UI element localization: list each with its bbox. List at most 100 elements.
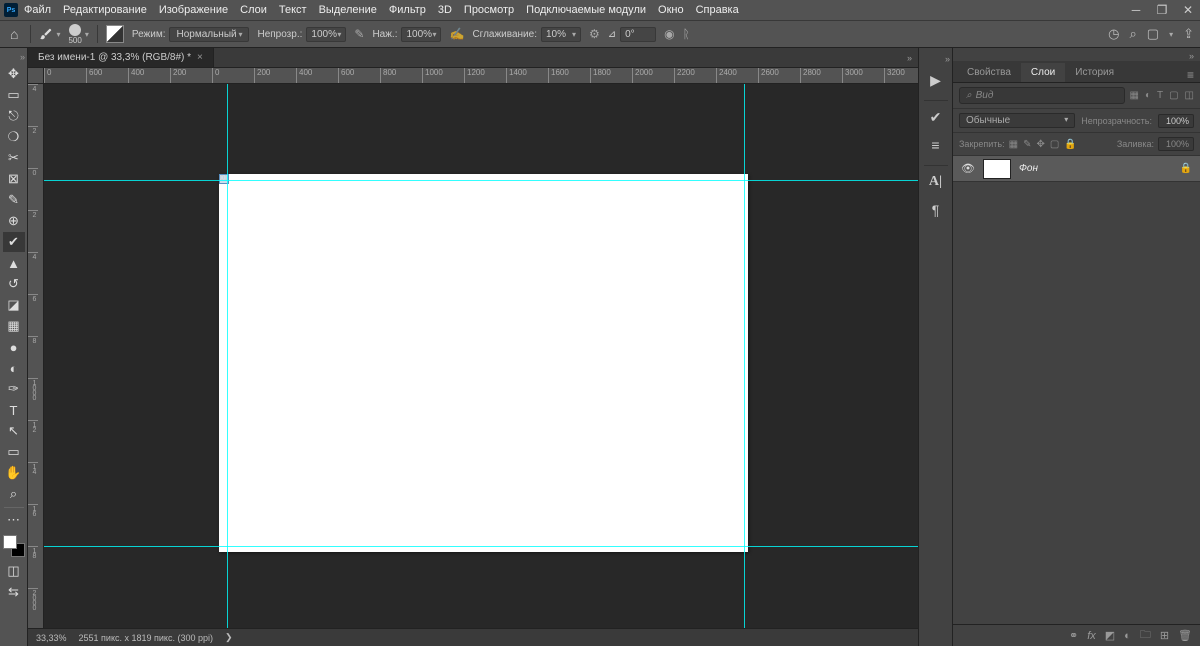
brush-panel-toggle[interactable] (106, 25, 124, 43)
lock-artboard-icon[interactable]: ▢ (1050, 139, 1059, 150)
blend-mode-select[interactable]: Нормальный▾ (169, 27, 249, 42)
layer-group-icon[interactable]: 🗀 (1140, 626, 1151, 645)
zoom-level[interactable]: 33,33% (36, 633, 67, 643)
move-tool[interactable]: ✥ (3, 64, 25, 84)
menu-file[interactable]: Файл (24, 4, 51, 16)
layer-fx-icon[interactable]: fx (1087, 630, 1096, 642)
marquee-tool[interactable]: ▭ (3, 85, 25, 105)
opacity-input[interactable]: 100%▾ (306, 27, 346, 42)
brush-preset-picker[interactable]: 500 ▾ (68, 24, 88, 45)
dodge-tool[interactable]: ◐ (3, 358, 25, 378)
guide-horizontal-bottom[interactable] (44, 546, 918, 547)
panel-menu-icon[interactable]: ≡ (1181, 68, 1200, 82)
layer-opacity-input[interactable]: 100% (1158, 114, 1194, 128)
path-select-tool[interactable]: ↖ (3, 421, 25, 441)
guide-horizontal-top[interactable] (44, 180, 918, 181)
layer-thumbnail[interactable] (983, 159, 1011, 179)
layer-filter-input[interactable]: ⌕Вид (959, 87, 1125, 104)
workspace-arrow-icon[interactable]: ▾ (1169, 30, 1173, 39)
document-info[interactable]: 2551 пикс. x 1819 пикс. (300 ppi) (79, 633, 213, 643)
pressure-opacity-icon[interactable]: ✎ (354, 27, 364, 41)
shape-tool[interactable]: ▭ (3, 442, 25, 462)
symmetry-icon[interactable]: ᚱ (683, 27, 690, 41)
filter-pixel-icon[interactable]: ▦ (1129, 90, 1138, 101)
layer-row[interactable]: 👁 Фон 🔒 (953, 156, 1200, 182)
healing-brush-tool[interactable]: ⊕ (3, 211, 25, 231)
zoom-tool[interactable]: ⌕ (3, 484, 25, 504)
maximize-button[interactable]: ❐ (1154, 3, 1170, 17)
flow-input[interactable]: 100%▾ (401, 27, 441, 42)
delete-layer-icon[interactable]: 🗑 (1178, 629, 1192, 642)
quick-mask-tool[interactable]: ◫ (3, 561, 25, 581)
layer-blend-select[interactable]: Обычные▾ (959, 113, 1075, 128)
menu-window[interactable]: Окно (658, 4, 684, 16)
tabbar-expand[interactable]: » (901, 53, 918, 63)
link-layers-icon[interactable]: ⚭ (1069, 629, 1078, 642)
menu-edit[interactable]: Редактирование (63, 4, 147, 16)
canvas-artboard[interactable] (219, 174, 748, 552)
menu-plugins[interactable]: Подключаемые модули (526, 4, 646, 16)
minimize-button[interactable]: ─ (1128, 3, 1144, 17)
filter-type-icon[interactable]: T (1157, 90, 1163, 101)
cloud-docs-icon[interactable]: ◷ (1108, 26, 1119, 42)
menu-layer[interactable]: Слои (240, 4, 267, 16)
layer-visibility-icon[interactable]: 👁 (961, 162, 975, 175)
panel-dock-expand[interactable]: » (943, 54, 952, 68)
angle-input[interactable]: 0° (620, 27, 656, 42)
menu-help[interactable]: Справка (696, 4, 739, 16)
menu-type[interactable]: Текст (279, 4, 307, 16)
new-layer-icon[interactable]: ⊞ (1160, 629, 1169, 642)
color-swatches[interactable] (3, 535, 25, 557)
filter-adjust-icon[interactable]: ◐ (1145, 90, 1151, 101)
ruler-origin[interactable] (28, 68, 44, 84)
horizontal-ruler[interactable]: 0600400200020040060080010001200140016001… (44, 68, 918, 84)
adjustments-panel-icon[interactable]: ≡ (924, 133, 948, 157)
toolbox-expand[interactable]: » (18, 52, 27, 64)
panel-collapse[interactable]: » (1183, 48, 1200, 61)
vertical-ruler[interactable]: 42024681000121416182000 (28, 84, 44, 628)
menu-3d[interactable]: 3D (438, 4, 452, 16)
blur-tool[interactable]: ● (3, 337, 25, 357)
eyedropper-tool[interactable]: ✎ (3, 190, 25, 210)
layers-tab[interactable]: Слои (1021, 63, 1065, 82)
eraser-tool[interactable]: ◪ (3, 295, 25, 315)
edit-toolbar[interactable]: ⋯ (3, 510, 25, 530)
brushes-panel-icon[interactable]: ✔ (924, 105, 948, 129)
adjustment-layer-icon[interactable]: ◐ (1124, 630, 1131, 642)
menu-select[interactable]: Выделение (319, 4, 377, 16)
screen-mode-tool[interactable]: ⇆ (3, 582, 25, 602)
close-tab-icon[interactable]: × (197, 52, 203, 63)
tool-preset-picker[interactable]: ▾ (39, 27, 60, 41)
menu-image[interactable]: Изображение (159, 4, 228, 16)
layer-mask-icon[interactable]: ◩ (1105, 629, 1115, 642)
history-tab[interactable]: История (1065, 63, 1124, 82)
fill-input[interactable]: 100% (1158, 137, 1194, 151)
brush-tool[interactable]: ✔ (3, 232, 25, 252)
hand-tool[interactable]: ✋ (3, 463, 25, 483)
foreground-swatch[interactable] (3, 535, 17, 549)
lock-position-icon[interactable]: ✥ (1036, 139, 1044, 150)
history-brush-tool[interactable]: ↺ (3, 274, 25, 294)
canvas-viewport[interactable]: 0600400200020040060080010001200140016001… (28, 68, 918, 628)
paragraph-panel-icon[interactable]: ¶ (924, 198, 948, 222)
properties-tab[interactable]: Свойства (957, 63, 1021, 82)
play-panel-icon[interactable]: ▶ (924, 68, 948, 92)
status-arrow-icon[interactable]: ❯ (225, 632, 233, 643)
workspace-icon[interactable]: ▢ (1147, 26, 1159, 42)
smoothing-options-icon[interactable]: ⚙ (589, 27, 600, 41)
filter-smart-icon[interactable]: ◫ (1185, 90, 1194, 101)
pressure-size-icon[interactable]: ◉ (664, 27, 674, 41)
home-button[interactable]: ⌂ (6, 26, 22, 42)
gradient-tool[interactable]: ▦ (3, 316, 25, 336)
close-button[interactable]: ✕ (1180, 3, 1196, 17)
search-icon[interactable]: ⌕ (1130, 26, 1137, 42)
filter-shape-icon[interactable]: ▢ (1169, 90, 1178, 101)
lock-transparency-icon[interactable]: ▦ (1009, 139, 1018, 150)
document-tab[interactable]: Без имени-1 @ 33,3% (RGB/8#) * × (28, 48, 214, 67)
crop-tool[interactable]: ✂ (3, 148, 25, 168)
menu-view[interactable]: Просмотр (464, 4, 514, 16)
layer-name[interactable]: Фон (1019, 163, 1172, 174)
frame-tool[interactable]: ⊠ (3, 169, 25, 189)
pen-tool[interactable]: ✑ (3, 379, 25, 399)
character-panel-icon[interactable]: A| (924, 170, 948, 194)
